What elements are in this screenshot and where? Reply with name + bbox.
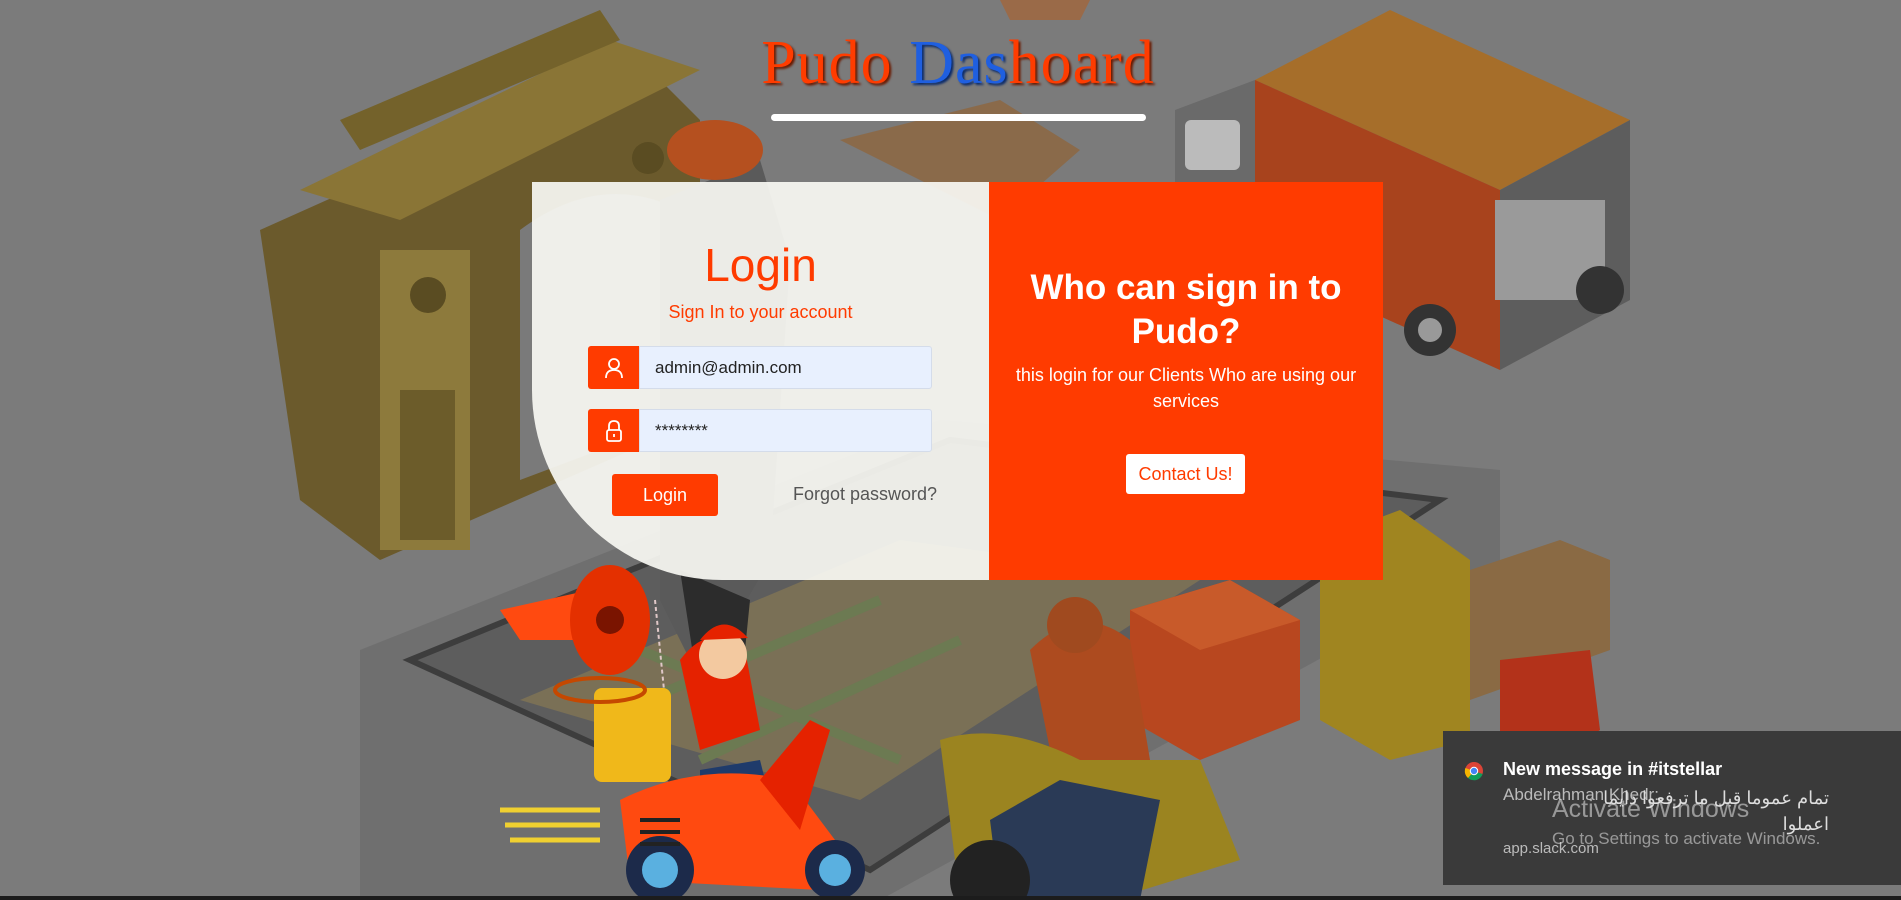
password-input[interactable] bbox=[639, 409, 932, 452]
info-description: this login for our Clients Who are using… bbox=[1015, 365, 1357, 411]
activate-windows-watermark: Activate Windows bbox=[1552, 795, 1750, 823]
login-button[interactable]: Login bbox=[612, 474, 718, 516]
email-field-group bbox=[588, 346, 932, 389]
login-heading: Login bbox=[704, 239, 817, 291]
title-underline bbox=[771, 114, 1146, 121]
chrome-icon bbox=[1464, 761, 1484, 786]
lock-icon bbox=[588, 409, 639, 452]
notification-title: New message in #itstellar bbox=[1503, 759, 1723, 779]
login-subtitle: Sign In to your account bbox=[668, 302, 853, 322]
info-heading: Who can sign in to Pudo? bbox=[1030, 268, 1342, 351]
password-field-group bbox=[588, 409, 932, 452]
contact-us-button[interactable]: Contact Us! bbox=[1126, 454, 1245, 494]
user-icon bbox=[588, 346, 639, 389]
activate-windows-hint: Go to Settings to activate Windows. bbox=[1552, 829, 1821, 848]
app-title: Pudo Dashoard bbox=[761, 29, 1155, 97]
forgot-password-link[interactable]: Forgot password? bbox=[793, 484, 937, 505]
email-input[interactable] bbox=[639, 346, 932, 389]
taskbar-edge bbox=[0, 896, 1901, 900]
